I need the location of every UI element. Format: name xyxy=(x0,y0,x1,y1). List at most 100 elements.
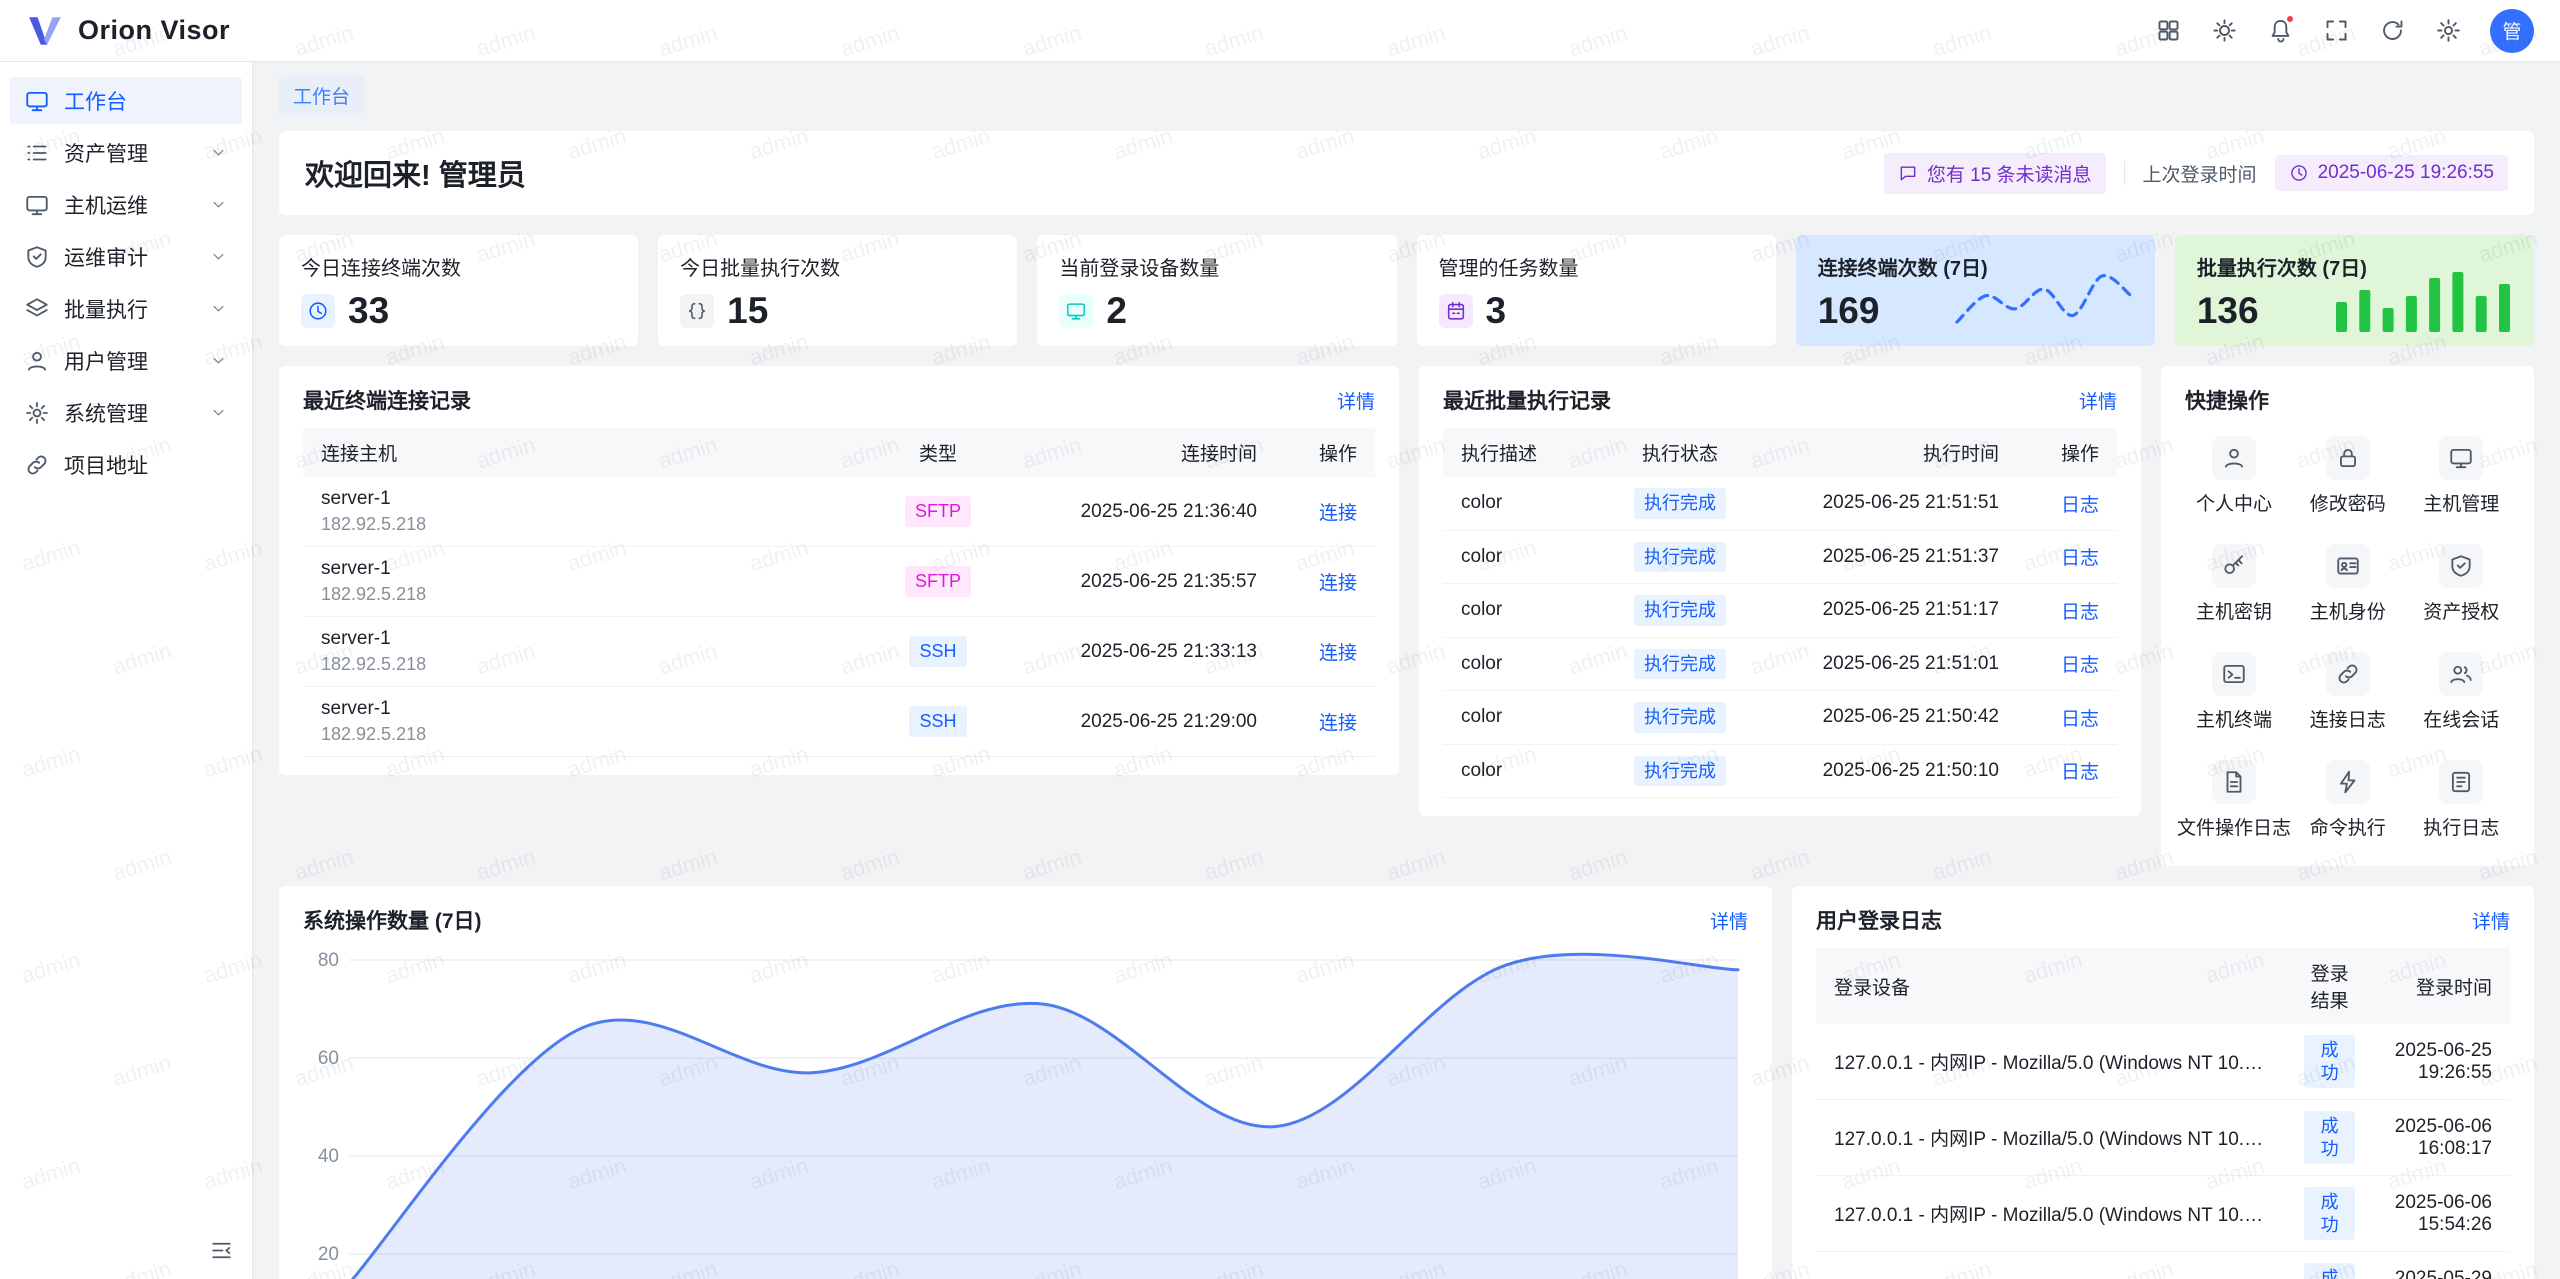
execution-row: color执行完成2025-06-25 21:51:17日志 xyxy=(1443,584,2117,638)
settings-button[interactable] xyxy=(2426,9,2470,53)
quick-action-3[interactable]: 主机密钥 xyxy=(2177,544,2291,624)
stat-card-value: 3 xyxy=(1486,292,1507,329)
clock-icon xyxy=(307,300,329,322)
quick-action-2[interactable]: 主机管理 xyxy=(2405,436,2519,516)
task-icon xyxy=(1445,300,1467,322)
braces-icon xyxy=(686,300,708,322)
connect-link[interactable]: 连接 xyxy=(1319,503,1357,524)
column-header: 登录时间 xyxy=(2373,948,2510,1024)
sidebar-item-label: 项目地址 xyxy=(64,450,148,480)
login-device: 127.0.0.1 - 内网IP - Mozilla/5.0 (Windows … xyxy=(1816,1252,2286,1279)
sidebar-item-label: 主机运维 xyxy=(64,190,148,220)
log-link[interactable]: 日志 xyxy=(2061,602,2099,623)
quick-action-label: 个人中心 xyxy=(2196,489,2272,516)
key-icon xyxy=(2221,553,2247,579)
quick-action-label: 文件操作日志 xyxy=(2177,813,2291,840)
quick-action-11[interactable]: 执行日志 xyxy=(2405,760,2519,840)
connection-row: server-1182.92.5.218SSH2025-06-25 21:33:… xyxy=(303,617,1375,687)
quick-action-5[interactable]: 资产授权 xyxy=(2405,544,2519,624)
chevron-down-icon xyxy=(209,195,228,214)
login-time: 2025-06-06 16:08:17 xyxy=(2373,1100,2510,1176)
notifications-button[interactable] xyxy=(2258,9,2302,53)
host-ip: 182.92.5.218 xyxy=(321,724,845,745)
clock-icon xyxy=(2289,163,2309,183)
quick-action-label: 主机身份 xyxy=(2310,597,2386,624)
connection-time: 2025-06-25 21:33:13 xyxy=(1013,617,1275,687)
sidebar-item-0[interactable]: 工作台 xyxy=(10,77,242,124)
loglist-icon xyxy=(2448,769,2474,795)
sidebar-collapse-button[interactable] xyxy=(209,1238,234,1263)
quick-action-0[interactable]: 个人中心 xyxy=(2177,436,2291,516)
sidebar-item-5[interactable]: 用户管理 xyxy=(10,337,242,384)
theme-button[interactable] xyxy=(2202,9,2246,53)
sidebar-item-7[interactable]: 项目地址 xyxy=(10,441,242,488)
quick-action-1[interactable]: 修改密码 xyxy=(2291,436,2404,516)
refresh-button[interactable] xyxy=(2370,9,2414,53)
login-row: 127.0.0.1 - 内网IP - Mozilla/5.0 (Windows … xyxy=(1816,1252,2510,1279)
quick-action-7[interactable]: 连接日志 xyxy=(2291,652,2404,732)
welcome-meta: 您有 15 条未读消息 上次登录时间 2025-06-25 19:26:55 xyxy=(1884,153,2508,194)
shield-icon xyxy=(2448,553,2474,579)
apps-button[interactable] xyxy=(2146,9,2190,53)
last-login-time: 2025-06-25 19:26:55 xyxy=(2318,162,2494,184)
breadcrumb-workbench[interactable]: 工作台 xyxy=(279,76,364,115)
protocol-tag: SSH xyxy=(909,636,966,667)
divider xyxy=(2124,161,2125,185)
sidebar-item-label: 系统管理 xyxy=(64,398,148,428)
notification-dot xyxy=(2285,14,2295,24)
fullscreen-button[interactable] xyxy=(2314,9,2358,53)
login-result-badge: 成功 xyxy=(2304,1111,2355,1164)
sidebar-item-label: 工作台 xyxy=(64,86,127,116)
theme-icon xyxy=(2211,17,2238,44)
user-avatar[interactable]: 管 xyxy=(2490,9,2534,53)
sidebar-item-4[interactable]: 批量执行 xyxy=(10,285,242,332)
svg-text:40: 40 xyxy=(318,1146,339,1167)
unread-messages-text: 您有 15 条未读消息 xyxy=(1927,160,2092,187)
quick-action-label: 主机终端 xyxy=(2196,705,2272,732)
connect-link[interactable]: 连接 xyxy=(1319,713,1357,734)
connections-detail-link[interactable]: 详情 xyxy=(1337,387,1375,414)
log-link[interactable]: 日志 xyxy=(2061,709,2099,730)
log-link[interactable]: 日志 xyxy=(2061,548,2099,569)
quick-action-10[interactable]: 命令执行 xyxy=(2291,760,2404,840)
quick-action-label: 执行日志 xyxy=(2423,813,2499,840)
system-chart-detail-link[interactable]: 详情 xyxy=(1710,907,1748,934)
executions-detail-link[interactable]: 详情 xyxy=(2079,387,2117,414)
execution-time: 2025-06-25 21:51:51 xyxy=(1755,477,2017,530)
chain-icon xyxy=(2335,661,2361,687)
log-link[interactable]: 日志 xyxy=(2061,655,2099,676)
quick-action-8[interactable]: 在线会话 xyxy=(2405,652,2519,732)
login-result-badge: 成功 xyxy=(2304,1187,2355,1240)
host-ip: 182.92.5.218 xyxy=(321,584,845,605)
connect-link[interactable]: 连接 xyxy=(1319,643,1357,664)
connect-link[interactable]: 连接 xyxy=(1319,573,1357,594)
breadcrumb: 工作台 xyxy=(279,76,2534,115)
connection-time: 2025-06-25 21:36:40 xyxy=(1013,477,1275,547)
sidebar-item-1[interactable]: 资产管理 xyxy=(10,129,242,176)
stat-card-value: 33 xyxy=(348,292,389,329)
sidebar-item-2[interactable]: 主机运维 xyxy=(10,181,242,228)
sidebar-item-6[interactable]: 系统管理 xyxy=(10,389,242,436)
connection-time: 2025-06-25 21:29:00 xyxy=(1013,687,1275,757)
quick-action-6[interactable]: 主机终端 xyxy=(2177,652,2291,732)
execution-desc: color xyxy=(1443,637,1605,691)
quick-action-4[interactable]: 主机身份 xyxy=(2291,544,2404,624)
login-row: 127.0.0.1 - 内网IP - Mozilla/5.0 (Windows … xyxy=(1816,1176,2510,1252)
execution-row: color执行完成2025-06-25 21:50:10日志 xyxy=(1443,744,2117,798)
log-link[interactable]: 日志 xyxy=(2061,762,2099,783)
sidebar-item-3[interactable]: 运维审计 xyxy=(10,233,242,280)
column-header: 连接时间 xyxy=(1013,428,1275,477)
host-name: server-1 xyxy=(321,558,845,580)
login-log-detail-link[interactable]: 详情 xyxy=(2472,907,2510,934)
column-header: 执行时间 xyxy=(1755,428,2017,477)
login-row: 127.0.0.1 - 内网IP - Mozilla/5.0 (Windows … xyxy=(1816,1100,2510,1176)
system-operations-chart: 0204060802025-06-192025-06-202025-06-212… xyxy=(303,948,1748,1279)
stat-card-0: 今日连接终端次数33 xyxy=(279,235,638,346)
login-log-title: 用户登录日志 xyxy=(1816,905,1942,935)
execution-status-badge: 执行完成 xyxy=(1634,756,1726,787)
execution-status-badge: 执行完成 xyxy=(1634,649,1726,680)
login-time: 2025-06-06 15:54:26 xyxy=(2373,1176,2510,1252)
unread-messages-badge[interactable]: 您有 15 条未读消息 xyxy=(1884,153,2106,194)
quick-action-9[interactable]: 文件操作日志 xyxy=(2177,760,2291,840)
log-link[interactable]: 日志 xyxy=(2061,495,2099,516)
